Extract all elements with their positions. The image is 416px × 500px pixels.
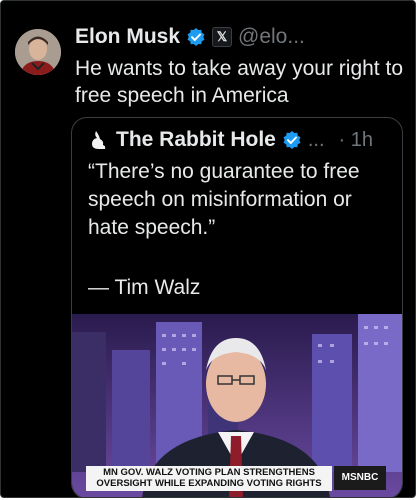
author-avatar[interactable] xyxy=(15,29,61,75)
tweet-card[interactable]: Elon Musk 𝕏 @elo... He wants to take awa… xyxy=(0,0,416,498)
quoted-attribution: — Tim Walz xyxy=(88,276,201,299)
network-logo: MSNBC xyxy=(334,466,386,490)
news-chyron: MN GOV. WALZ VOTING PLAN STRENGTHENS OVE… xyxy=(86,466,332,491)
x-affiliate-badge-icon: 𝕏 xyxy=(212,27,233,47)
quoted-timestamp[interactable]: · 1h xyxy=(339,129,373,152)
quoted-tweet-header: The Rabbit Hole ... · 1h xyxy=(88,128,373,152)
verified-badge-icon xyxy=(186,27,206,47)
quoted-author-handle[interactable]: ... xyxy=(308,129,325,152)
quoted-verified-badge-icon xyxy=(282,130,302,150)
tweet-header: Elon Musk 𝕏 @elo... xyxy=(75,25,305,49)
quoted-author-name[interactable]: The Rabbit Hole xyxy=(116,128,276,152)
quoted-text: “There’s no guarantee to free speech on … xyxy=(88,160,360,239)
tweet-text: He wants to take away your right to free… xyxy=(75,57,403,107)
author-handle[interactable]: @elo... xyxy=(238,25,305,49)
author-name[interactable]: Elon Musk xyxy=(75,25,180,49)
quoted-media-image[interactable]: MN GOV. WALZ VOTING PLAN STRENGTHENS OVE… xyxy=(72,314,402,497)
quoted-tweet[interactable]: The Rabbit Hole ... · 1h “There’s no gua… xyxy=(71,117,403,497)
rabbit-avatar-icon[interactable] xyxy=(88,129,110,151)
